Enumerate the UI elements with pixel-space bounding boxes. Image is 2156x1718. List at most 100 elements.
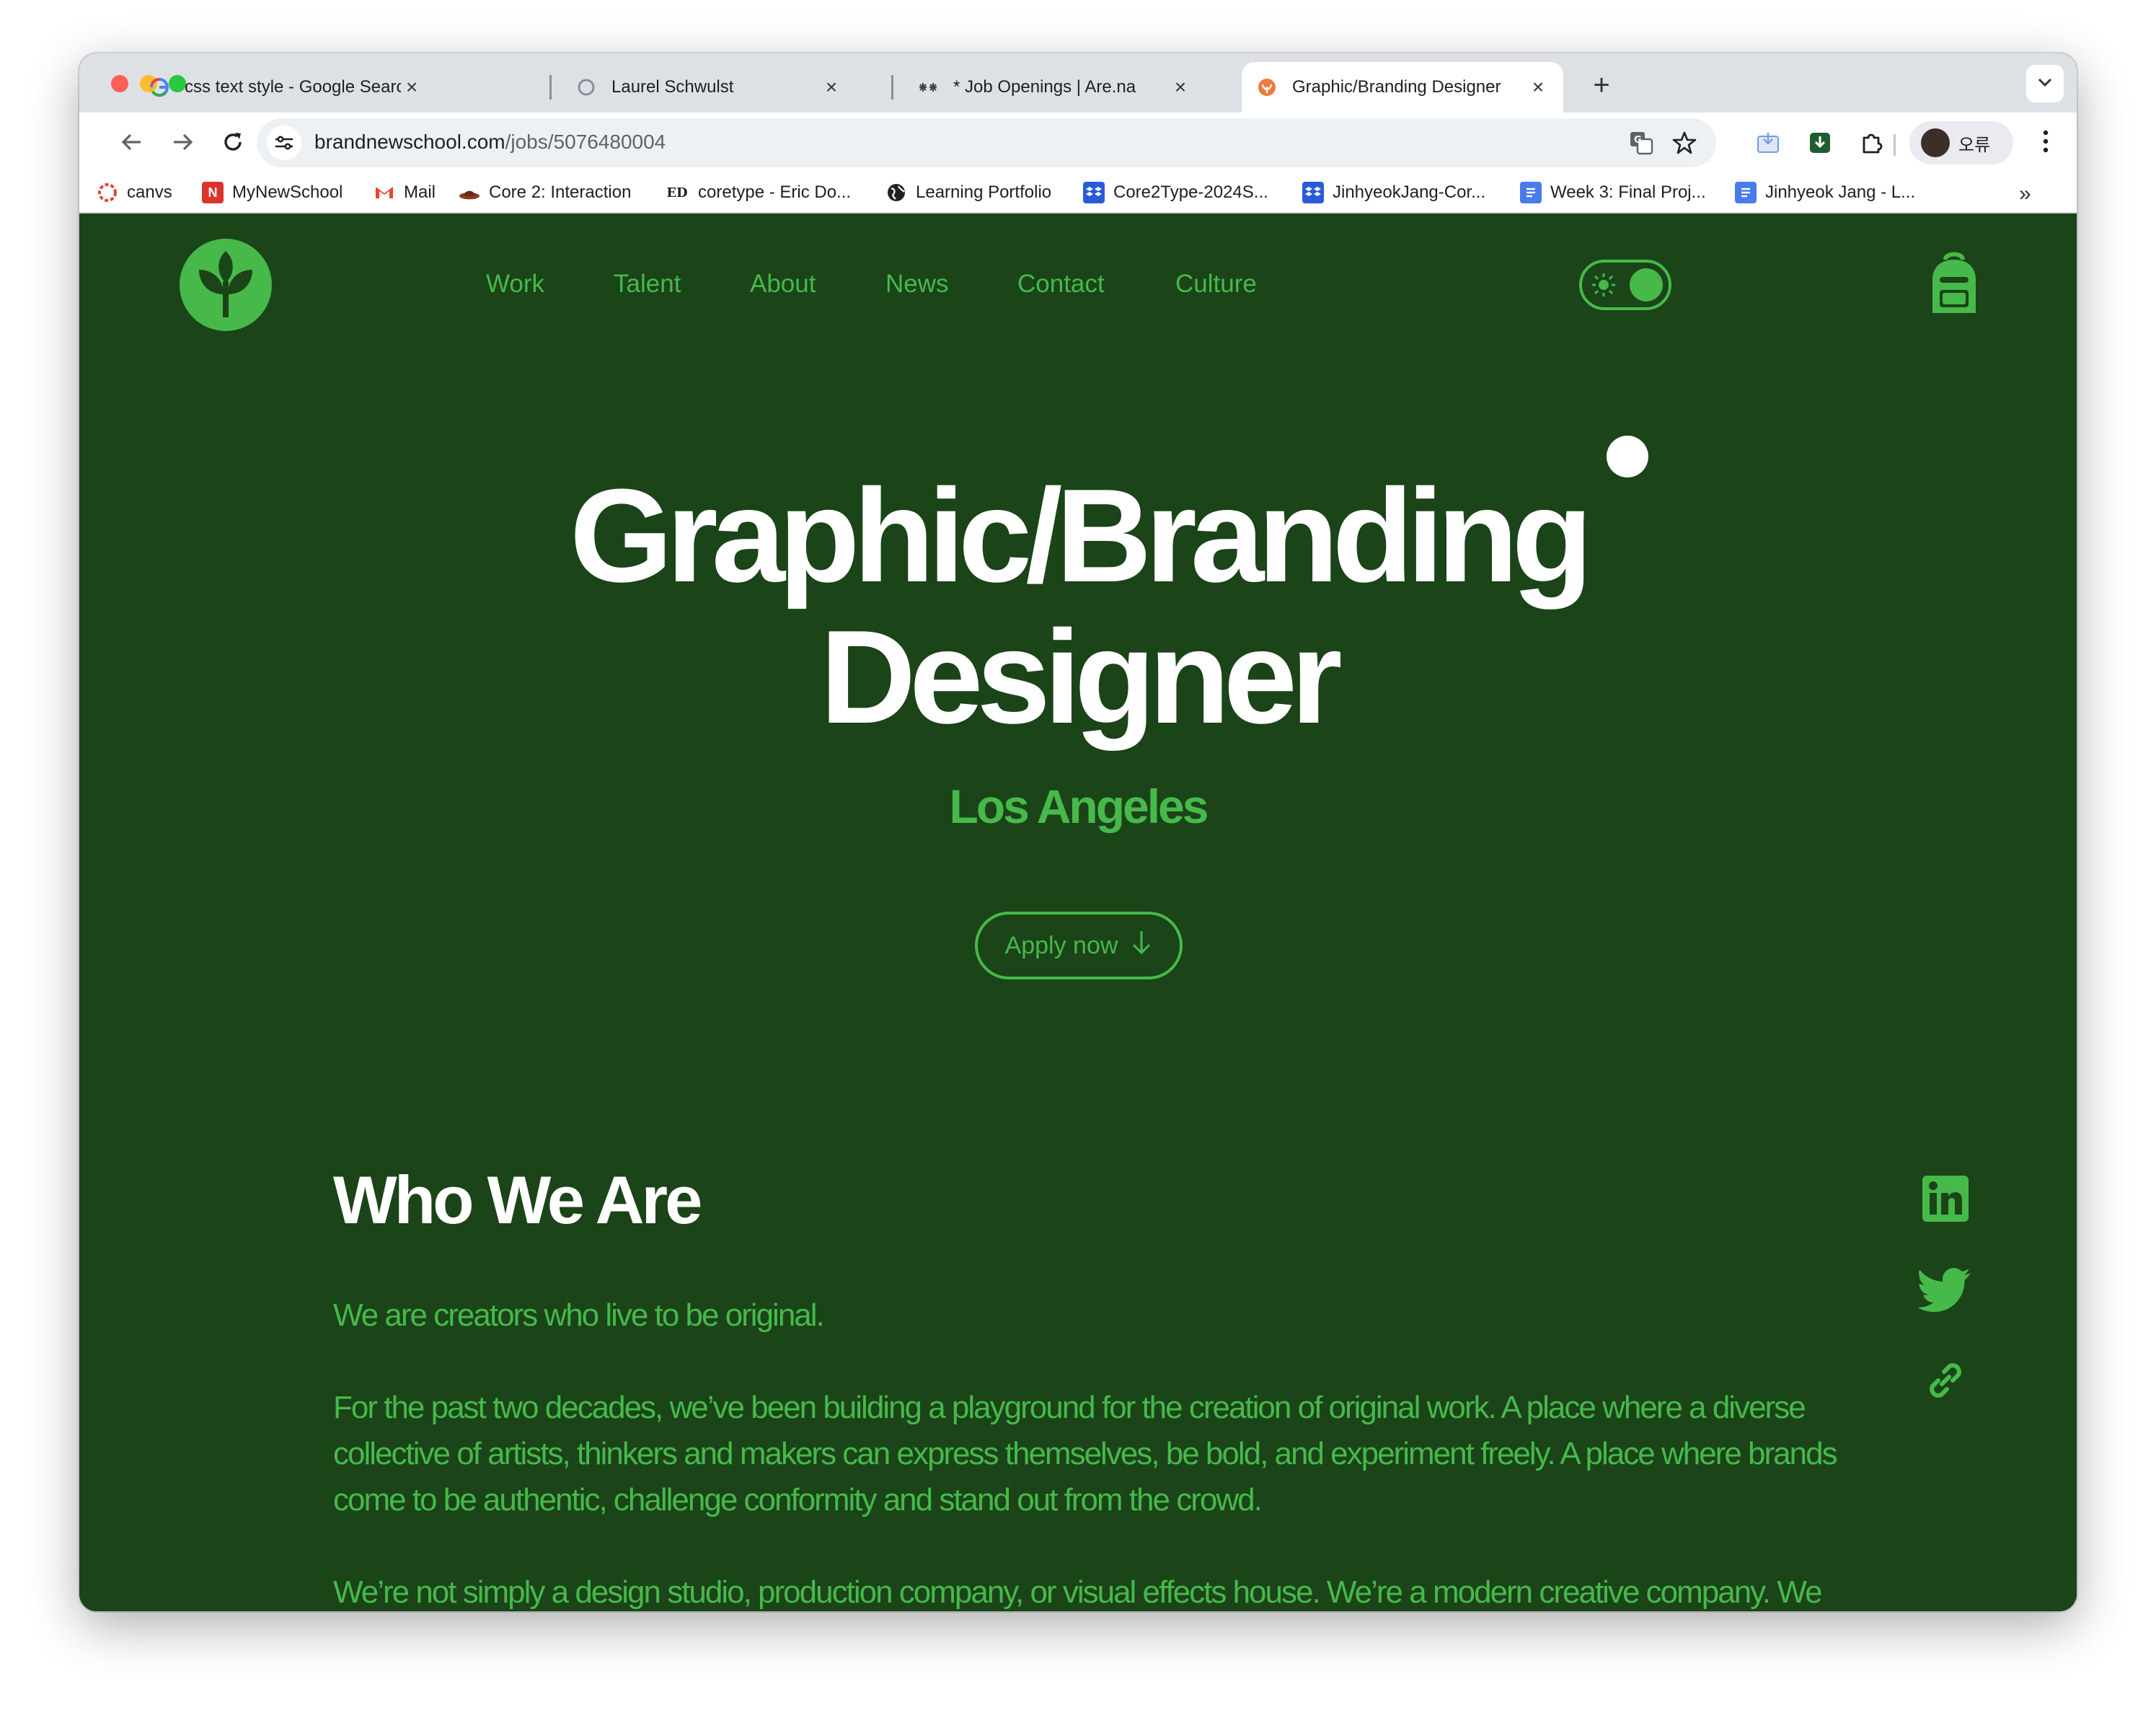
tab-divider	[549, 75, 552, 100]
leaf-logo-icon	[180, 239, 272, 331]
dropbox-icon	[1302, 182, 1324, 203]
browser-toolbar: brandnewschool.com/jobs/5076480004 G 오류	[79, 113, 2077, 173]
url-path: /jobs/5076480004	[505, 131, 666, 153]
close-tab-icon[interactable]: ×	[1527, 76, 1549, 99]
arrow-left-icon	[120, 132, 143, 156]
browser-window: css text style - Google Search × Laurel …	[79, 53, 2077, 1611]
bookmarks-bar: canvs N MyNewSchool Mail Core 2: Interac…	[79, 173, 2077, 213]
dropbox-icon	[1083, 182, 1105, 203]
close-window-button[interactable]	[111, 75, 128, 92]
bns-favicon-icon	[1256, 76, 1278, 98]
arena-icon	[917, 76, 939, 98]
copy-link-button[interactable]	[1918, 1354, 1973, 1409]
theme-toggle[interactable]	[1579, 260, 1671, 310]
url-domain: brandnewschool.com	[314, 131, 505, 153]
bookmark-jinhyeokjang-core[interactable]: JinhyeokJang-Cor...	[1302, 180, 1485, 205]
bookmark-label: Learning Portfolio	[916, 182, 1052, 202]
tab-strip: css text style - Google Search × Laurel …	[79, 53, 2077, 113]
toggle-knob	[1630, 268, 1663, 301]
address-bar[interactable]: brandnewschool.com/jobs/5076480004 G	[257, 118, 1716, 167]
tab-title: css text style - Google Search	[185, 77, 401, 97]
hat-icon	[459, 182, 480, 203]
tab-title: Laurel Schwulst	[611, 77, 734, 97]
bookmark-canvs[interactable]: canvs	[97, 180, 172, 205]
sun-icon	[1591, 272, 1617, 298]
extensions-puzzle-icon[interactable]	[1856, 127, 1888, 159]
linkedin-share-button[interactable]	[1918, 1173, 1973, 1228]
page-content: Work Talent About News Contact Culture G…	[79, 213, 2077, 1611]
section-title-who-we-are: Who We Are	[333, 1162, 702, 1238]
globe-icon	[885, 182, 907, 203]
twitter-share-button[interactable]	[1917, 1264, 1973, 1318]
bookmark-mynewschool[interactable]: N MyNewSchool	[202, 180, 343, 205]
avatar	[1921, 128, 1950, 157]
google-icon	[149, 76, 170, 98]
apply-now-label: Apply now	[1004, 931, 1118, 959]
bookmark-coretype[interactable]: ED coretype - Eric Do...	[665, 180, 851, 205]
bookmark-core2-interaction[interactable]: Core 2: Interaction	[459, 180, 631, 205]
job-title-line-1: Graphic/Branding	[570, 461, 1593, 609]
bookmark-week3-final[interactable]: Week 3: Final Proj...	[1520, 180, 1706, 205]
globe-outline-icon	[575, 76, 597, 98]
reload-button[interactable]	[215, 125, 251, 162]
bookmark-jinhyeok-jang[interactable]: Jinhyeok Jang - L...	[1735, 180, 1915, 205]
nav-about[interactable]: About	[750, 270, 816, 299]
chevron-down-icon	[2037, 77, 2053, 91]
apply-now-button[interactable]: Apply now	[975, 912, 1183, 979]
close-tab-icon[interactable]: ×	[1170, 76, 1191, 99]
back-button[interactable]	[114, 125, 150, 162]
job-title: Graphic/Branding Designer	[79, 464, 2077, 747]
canvs-icon	[97, 182, 118, 203]
gmail-icon	[374, 182, 395, 203]
job-title-line-2: Designer	[820, 602, 1342, 751]
translate-icon[interactable]: G	[1627, 128, 1656, 157]
forward-button[interactable]	[164, 125, 200, 162]
job-location: Los Angeles	[949, 780, 1209, 833]
arrow-right-icon	[171, 132, 194, 156]
tab-arena-jobs[interactable]: * Job Openings | Are.na ×	[903, 62, 1206, 113]
nav-culture[interactable]: Culture	[1175, 270, 1257, 299]
bookmark-learning-portfolio[interactable]: Learning Portfolio	[885, 180, 1051, 205]
extension-screenshot-icon[interactable]	[1752, 127, 1784, 159]
bookmark-label: Week 3: Final Proj...	[1550, 182, 1706, 202]
profile-button[interactable]: 오류	[1909, 121, 2013, 164]
bookmarks-overflow-button[interactable]: »	[2019, 182, 2031, 206]
bookmark-label: Core 2: Interaction	[489, 182, 632, 202]
backpack-icon[interactable]	[1925, 251, 1983, 317]
bookmark-star-icon[interactable]	[1670, 128, 1699, 157]
tab-google-search[interactable]: css text style - Google Search ×	[134, 62, 437, 113]
bookmark-label: canvs	[127, 182, 172, 202]
toolbar-divider	[1894, 134, 1896, 156]
nav-contact[interactable]: Contact	[1017, 270, 1105, 299]
svg-text:G: G	[1634, 135, 1642, 146]
tab-graphic-branding-designer[interactable]: Graphic/Branding Designer ×	[1242, 62, 1563, 113]
profile-name: 오류	[1958, 135, 1991, 155]
tab-laurel-schwulst[interactable]: Laurel Schwulst ×	[561, 62, 857, 113]
body-paragraph: We’re not simply a design studio, produc…	[333, 1574, 1823, 1610]
mynewschool-icon: N	[202, 182, 224, 203]
browser-menu-button[interactable]	[2035, 127, 2056, 159]
bookmark-label: Core2Type-2024S...	[1113, 182, 1268, 202]
close-tab-icon[interactable]: ×	[401, 76, 423, 99]
docs-icon	[1520, 182, 1542, 203]
url-text[interactable]: brandnewschool.com/jobs/5076480004	[314, 131, 666, 154]
bookmark-mail[interactable]: Mail	[374, 180, 436, 205]
link-icon	[1922, 1357, 1969, 1407]
bookmark-core2type[interactable]: Core2Type-2024S...	[1083, 180, 1268, 205]
new-tab-button[interactable]: +	[1583, 69, 1620, 102]
close-tab-icon[interactable]: ×	[821, 76, 842, 99]
extension-download-icon[interactable]	[1804, 127, 1836, 159]
tab-search-button[interactable]	[2026, 65, 2064, 102]
twitter-icon	[1917, 1267, 1972, 1316]
tab-title: * Job Openings | Are.na	[953, 77, 1136, 97]
nav-talent[interactable]: Talent	[614, 270, 681, 299]
reload-icon	[221, 131, 244, 157]
nav-news[interactable]: News	[885, 270, 949, 299]
brand-logo[interactable]	[179, 238, 273, 332]
site-settings-icon[interactable]	[267, 125, 301, 160]
bookmark-label: Mail	[404, 182, 436, 202]
tab-title: Graphic/Branding Designer	[1292, 77, 1501, 97]
ed-icon: ED	[666, 185, 688, 201]
body-paragraph: For the past two decades, we’ve been bui…	[333, 1390, 1838, 1517]
nav-work[interactable]: Work	[486, 270, 544, 299]
